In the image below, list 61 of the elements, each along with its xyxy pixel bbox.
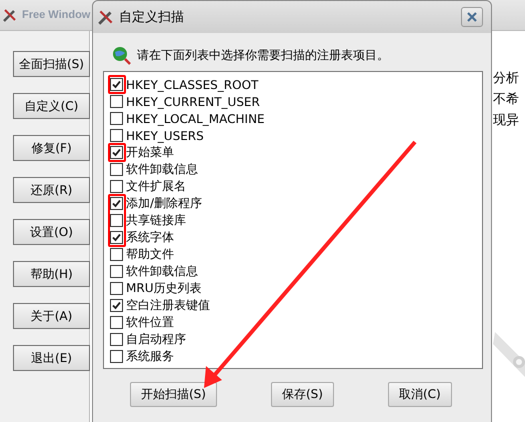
checkbox[interactable] bbox=[110, 197, 123, 210]
menu-button[interactable]: 退出(E) bbox=[13, 345, 90, 371]
checkbox[interactable] bbox=[110, 146, 123, 159]
item-label: 添加/删除程序 bbox=[126, 195, 202, 212]
menu-button[interactable]: 关于(A) bbox=[13, 303, 90, 329]
check-icon bbox=[112, 148, 121, 157]
item-label: 共享链接库 bbox=[126, 212, 186, 229]
checkbox[interactable] bbox=[110, 248, 123, 261]
item-label: 系统服务 bbox=[126, 348, 174, 365]
close-button[interactable] bbox=[461, 7, 483, 27]
dialog-title: 自定义扫描 bbox=[119, 9, 185, 26]
item-label: 软件卸载信息 bbox=[126, 161, 198, 178]
menu-button[interactable]: 自定义(C) bbox=[13, 93, 90, 119]
check-icon bbox=[112, 199, 121, 208]
item-label: HKEY_LOCAL_MACHINE bbox=[126, 112, 265, 126]
dialog-button[interactable]: 开始扫描(S) bbox=[130, 382, 217, 407]
window-title: Free Window bbox=[22, 9, 90, 21]
checkbox[interactable] bbox=[110, 163, 123, 176]
checkbox[interactable] bbox=[110, 78, 123, 91]
menu-button[interactable]: 全面扫描(S) bbox=[13, 51, 90, 77]
checkbox[interactable] bbox=[110, 282, 123, 295]
checkbox[interactable] bbox=[110, 112, 123, 125]
item-label: 文件扩展名 bbox=[126, 178, 186, 195]
menu-button[interactable]: 帮助(H) bbox=[13, 261, 90, 287]
item-label: 空白注册表键值 bbox=[126, 297, 210, 314]
checkbox[interactable] bbox=[110, 333, 123, 346]
check-icon bbox=[112, 301, 121, 310]
instruction-text: 请在下面列表中选择你需要扫描的注册表项目。 bbox=[137, 46, 389, 64]
checkbox[interactable] bbox=[110, 214, 123, 227]
check-icon bbox=[112, 80, 121, 89]
tools-icon bbox=[2, 7, 18, 23]
description-text: 不希 bbox=[493, 91, 520, 108]
menu-button[interactable]: 还原(R) bbox=[13, 177, 90, 203]
checkbox[interactable] bbox=[110, 350, 123, 363]
item-label: 系统字体 bbox=[126, 229, 174, 246]
globe-search-icon bbox=[111, 45, 131, 65]
item-label: HKEY_CURRENT_USER bbox=[126, 94, 260, 108]
description-text: 现异 bbox=[493, 112, 520, 129]
description-text: 分析 bbox=[493, 70, 520, 87]
item-label: 自启动程序 bbox=[126, 331, 186, 348]
tools-icon bbox=[97, 8, 115, 26]
dialog-button[interactable]: 保存(S) bbox=[270, 382, 334, 407]
item-label: MRU历史列表 bbox=[126, 280, 202, 297]
item-label: HKEY_USERS bbox=[126, 128, 204, 142]
item-label: 开始菜单 bbox=[126, 144, 174, 161]
checkbox[interactable] bbox=[110, 231, 123, 244]
item-label: 帮助文件 bbox=[126, 246, 174, 263]
checkbox[interactable] bbox=[110, 129, 123, 142]
item-label: 软件位置 bbox=[126, 314, 174, 331]
checkbox[interactable] bbox=[110, 180, 123, 193]
close-icon bbox=[466, 11, 478, 23]
checkbox[interactable] bbox=[110, 316, 123, 329]
menu-button[interactable]: 设置(O) bbox=[13, 219, 90, 245]
dialog-button[interactable]: 取消(C) bbox=[388, 382, 452, 407]
checkbox[interactable] bbox=[110, 299, 123, 312]
checkbox[interactable] bbox=[110, 95, 123, 108]
checkbox[interactable] bbox=[110, 265, 123, 278]
check-icon bbox=[112, 233, 121, 242]
item-label: HKEY_CLASSES_ROOT bbox=[126, 78, 258, 92]
menu-button[interactable]: 修复(F) bbox=[13, 135, 90, 161]
item-label: 软件卸载信息 bbox=[126, 263, 198, 280]
